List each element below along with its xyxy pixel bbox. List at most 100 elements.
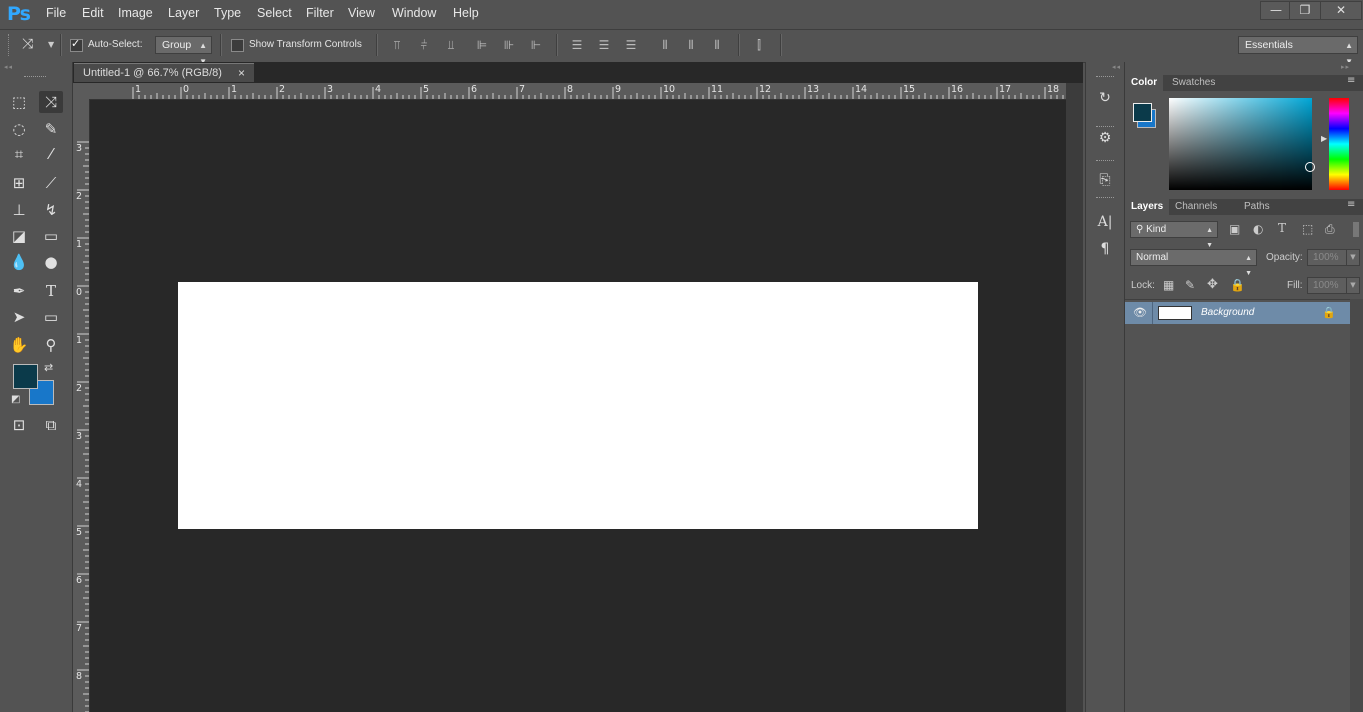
tab-layers[interactable]: Layers <box>1125 199 1170 215</box>
restore-button[interactable]: ❐ <box>1289 1 1321 20</box>
filter-smart-object-icon[interactable]: ⎙ <box>1325 222 1335 237</box>
document-tab[interactable]: Untitled-1 @ 66.7% (RGB/8) × <box>74 63 254 82</box>
lasso-tool-icon[interactable]: ◌ <box>7 118 31 140</box>
fill-chevron-down-icon[interactable]: ▼ <box>1346 277 1360 294</box>
vertical-ruler[interactable]: 3 2 1 0 1 2 3 4 5 6 7 8 <box>73 99 90 712</box>
swap-colors-icon[interactable]: ⇄ <box>44 361 53 374</box>
distribute-left-icon[interactable]: ⦀ <box>658 38 672 52</box>
minimize-button[interactable]: — <box>1260 1 1292 20</box>
properties-panel-icon[interactable]: ⚙ <box>1086 124 1124 152</box>
filter-toggle[interactable] <box>1353 222 1359 237</box>
collapse-icon[interactable]: ◂◂ <box>1112 63 1121 71</box>
align-horizontal-centers-icon[interactable]: ⊪ <box>502 38 516 52</box>
zoom-tool-icon[interactable]: ⚲ <box>39 334 63 356</box>
panel-menu-icon[interactable]: ≡ <box>1347 199 1355 210</box>
menu-type[interactable]: Type <box>214 6 241 20</box>
menu-view[interactable]: View <box>348 6 375 20</box>
menu-help[interactable]: Help <box>453 6 479 20</box>
menu-window[interactable]: Window <box>392 6 436 20</box>
opacity-input[interactable]: 100% <box>1307 249 1347 266</box>
menu-file[interactable]: File <box>46 6 66 20</box>
hue-slider[interactable] <box>1329 98 1349 190</box>
brush-tool-icon[interactable]: ⟋ <box>39 172 63 194</box>
layer-filter-dropdown[interactable]: ⚲ Kind ▲ ▼ <box>1130 221 1218 249</box>
align-right-edges-icon[interactable]: ⊩ <box>529 38 543 52</box>
align-top-edges-icon[interactable]: ⫪ <box>390 38 404 52</box>
layer-lock-icon[interactable]: 🔒 <box>1322 306 1336 319</box>
collapse-icon[interactable]: ▸▸ <box>1341 63 1350 71</box>
distribute-right-icon[interactable]: ⦀ <box>710 38 724 52</box>
hand-tool-icon[interactable]: ✋ <box>7 334 31 356</box>
layers-scrollbar[interactable] <box>1350 299 1363 712</box>
auto-select-checkbox[interactable]: ✓ <box>70 37 83 52</box>
ruler-origin[interactable] <box>73 83 90 99</box>
distribute-horizontal-icon[interactable]: ⦀ <box>684 38 698 52</box>
visibility-eye-icon[interactable]: 👁 <box>1133 306 1147 319</box>
auto-align-layers-icon[interactable]: ⫿ <box>752 38 766 52</box>
crop-tool-icon[interactable]: ⌗ <box>7 143 31 165</box>
marquee-tool-icon[interactable]: ⬚ <box>7 91 31 113</box>
align-left-edges-icon[interactable]: ⊫ <box>475 38 489 52</box>
paragraph-panel-icon[interactable]: ¶ <box>1086 235 1124 263</box>
tab-paths[interactable]: Paths <box>1238 199 1276 215</box>
layer-row-background[interactable]: 👁 Background 🔒 <box>1125 302 1350 324</box>
eraser-tool-icon[interactable]: ◪ <box>7 225 31 247</box>
close-tab-icon[interactable]: × <box>238 64 245 83</box>
history-panel-icon[interactable]: ↻ <box>1086 84 1124 112</box>
menu-edit[interactable]: Edit <box>82 6 104 20</box>
vertical-scrollbar[interactable] <box>1066 83 1083 712</box>
color-field[interactable] <box>1169 98 1315 190</box>
foreground-color-swatch[interactable] <box>13 364 38 389</box>
pen-tool-icon[interactable]: ✒ <box>7 280 31 302</box>
history-brush-tool-icon[interactable]: ↯ <box>39 199 63 221</box>
filter-adjustment-icon[interactable]: ◐ <box>1253 222 1263 236</box>
document-canvas[interactable] <box>178 282 978 529</box>
menu-filter[interactable]: Filter <box>306 6 334 20</box>
path-selection-tool-icon[interactable]: ➤ <box>7 306 31 328</box>
lock-position-icon[interactable]: ✥ <box>1207 277 1218 292</box>
quick-mask-icon[interactable]: ⊡ <box>7 414 31 436</box>
tab-channels[interactable]: Channels <box>1169 199 1223 215</box>
show-transform-checkbox[interactable] <box>231 39 244 52</box>
menu-select[interactable]: Select <box>257 6 292 20</box>
fill-input[interactable]: 100% <box>1307 277 1347 294</box>
filter-pixel-icon[interactable]: ▣ <box>1229 222 1240 236</box>
character-panel-icon[interactable]: A| <box>1086 208 1124 236</box>
collapse-icon[interactable]: ◂◂ <box>4 63 13 71</box>
move-tool-preset-icon[interactable]: ⤨ <box>22 36 33 52</box>
opacity-chevron-down-icon[interactable]: ▼ <box>1346 249 1360 266</box>
filter-type-icon[interactable]: T <box>1278 221 1286 235</box>
tab-color[interactable]: Color <box>1125 75 1164 91</box>
rectangle-tool-icon[interactable]: ▭ <box>39 306 63 328</box>
quick-selection-tool-icon[interactable]: ✎ <box>39 118 63 140</box>
panel-menu-icon[interactable]: ≡ <box>1347 75 1355 86</box>
default-colors-icon[interactable]: ◩ <box>11 394 20 405</box>
move-tool-icon[interactable]: ⤨ <box>39 91 63 113</box>
blend-mode-dropdown[interactable]: Normal ▲ ▼ <box>1130 249 1257 277</box>
healing-brush-tool-icon[interactable]: ⊞ <box>7 172 31 194</box>
distribute-bottom-icon[interactable]: ☰ <box>624 38 638 52</box>
eyedropper-tool-icon[interactable]: ⁄ <box>39 143 63 165</box>
distribute-top-icon[interactable]: ☰ <box>570 38 584 52</box>
workspace-dropdown[interactable]: Essentials ▲▼ <box>1238 36 1358 66</box>
type-tool-icon[interactable]: T <box>39 280 63 302</box>
close-window-button[interactable]: ✕ <box>1320 1 1362 20</box>
auto-select-target-dropdown[interactable]: Group ▲▼ <box>155 36 212 66</box>
align-bottom-edges-icon[interactable]: ⫫ <box>444 38 458 52</box>
blur-tool-icon[interactable]: 💧 <box>7 251 31 273</box>
screen-mode-icon[interactable]: ⧉ <box>39 414 63 436</box>
lock-transparent-pixels-icon[interactable]: ▦ <box>1163 278 1174 292</box>
clone-source-panel-icon[interactable]: ⎘ <box>1086 166 1124 194</box>
menu-layer[interactable]: Layer <box>168 6 199 20</box>
horizontal-ruler[interactable]: 1 0 1 2 3 4 5 6 7 8 9 10 11 12 13 14 15 16 17 18 <box>90 83 1066 100</box>
lock-image-pixels-icon[interactable]: ✎ <box>1185 278 1195 292</box>
distribute-centers-icon[interactable]: ☰ <box>597 38 611 52</box>
align-vertical-centers-icon[interactable]: ⫩ <box>417 38 431 52</box>
preset-chevron-down-icon[interactable]: ▼ <box>48 40 54 49</box>
layer-name[interactable]: Background <box>1201 307 1254 318</box>
lock-all-icon[interactable]: 🔒 <box>1230 278 1245 292</box>
menu-image[interactable]: Image <box>118 6 153 20</box>
tab-swatches[interactable]: Swatches <box>1166 75 1221 91</box>
gradient-tool-icon[interactable]: ▭ <box>39 225 63 247</box>
dodge-tool-icon[interactable]: ● <box>39 251 63 273</box>
